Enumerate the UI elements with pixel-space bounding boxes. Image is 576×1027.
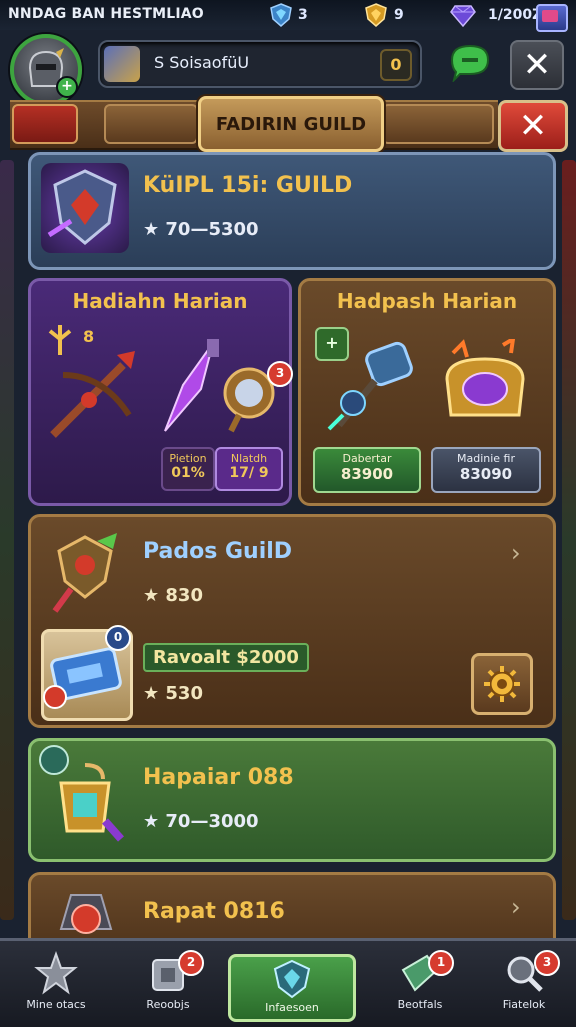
stat-label-1: Pietion [169,452,207,465]
daily-reward-card-left[interactable]: Hadiahn Harian 8 3 Pietion 01% Nlatdh 17… [28,278,293,506]
golden-lantern-icon [59,763,124,842]
green-shield-scepter-icon [52,533,117,613]
tab-guild-active[interactable]: FADIRIN GUILD [198,96,384,152]
guild-banner-price: ★ 70—5300 [143,219,259,240]
nav-item-search[interactable]: Fiatelok 3 [474,950,574,1020]
nav-badge-battles: 1 [428,950,454,976]
star-icon [34,951,78,995]
top-title: NNDAG BAN HESTMLIAO [8,6,204,22]
resource-shield-gem-value: 3 [298,7,308,23]
nav-label-active: Infaesoen [265,1001,319,1014]
search-count-badge: 0 [380,49,412,81]
hapaiar-price: ★ 70—3000 [143,811,259,832]
resource-gold[interactable]: 9 [364,3,404,27]
resource-shield-gem[interactable]: 3 [270,3,308,27]
nav-badge-crates: 2 [178,950,204,976]
chevron-right-icon[interactable]: › [511,539,521,567]
hapaiar-card[interactable]: Hapaiar 088 ★ 70—3000 [28,738,556,862]
daily-right-title: Hadpash Harian [336,289,518,313]
nav-label-search: Fiatelok [502,998,546,1011]
rapat-title: Rapat 0816 [143,899,285,924]
shield-gem-icon [270,3,292,27]
left-side-decor [0,160,14,920]
mirror-badge: 3 [267,361,293,387]
gold-shield-icon [365,3,387,27]
close-icon: ✕ [522,45,552,85]
daily-reward-card-right[interactable]: Hadpash Harian + Dabertar 83900 Madinie … [298,278,556,506]
tab-left[interactable] [104,104,198,144]
tab-guild-label: FADIRIN GUILD [215,113,367,135]
nav-item-crates[interactable]: Reoobjs 2 [118,950,218,1020]
crossbow-icon [50,351,135,438]
blue-hammer-icon [327,341,413,431]
tab-red[interactable] [12,104,78,144]
stat-value-2: 17/ 9 [229,465,269,481]
nav-item-active[interactable]: Infaesoen [228,954,356,1022]
button-1-value: 83900 [340,465,394,483]
pados-title: Pados GuilD [143,539,293,564]
daily-left-title: Hadiahn Harian [72,289,248,313]
resource-purple-gem-value: 1/200Z [488,7,543,23]
stat-value-1: 01% [171,465,205,481]
add-icon[interactable]: + [56,76,78,98]
stat-box-2: Nlatdh 17/ 9 [215,447,283,491]
resource-gold-value: 9 [394,7,404,23]
close-button-panel[interactable]: ✕ [498,100,568,152]
gem-shield-icon [273,959,311,999]
button-2-value: 83090 [459,465,513,483]
shop-icon[interactable] [536,4,568,32]
button-1-label: Dabertar [342,452,392,465]
stat-label-2: Nlatdh [230,452,268,465]
button-2-label: Madinie fir [456,452,515,465]
nav-label-home: Mine otacs [26,998,86,1011]
daily-right-button-1[interactable]: Dabertar 83900 [313,447,421,493]
nav-item-battles[interactable]: Beotfals 1 [370,950,470,1020]
hapaiar-title: Hapaiar 088 [143,765,294,790]
ticket-badge: 0 [105,625,131,651]
stat-box-1: Pietion 01% [161,447,215,491]
settings-button[interactable] [471,653,533,715]
tab-right[interactable] [382,104,494,144]
nav-item-home[interactable]: Mine otacs [6,950,106,1020]
nav-label-battles: Beotfals [397,998,443,1011]
guild-banner-title: KüIPL 15i: GUILD [143,173,353,198]
pados-price-1: ★ 830 [143,585,203,606]
nav-badge-search: 3 [534,950,560,976]
purple-gem-icon [450,5,476,27]
chevron-right-icon[interactable]: › [511,893,521,921]
guild-banner-card[interactable]: KüIPL 15i: GUILD ★ 70—5300 [28,152,556,270]
pados-guild-card[interactable]: Pados GuilD › ★ 830 0 Ravoalt $2000 ★ 53… [28,514,556,728]
resource-purple-gem[interactable]: 1/200Z [450,4,543,27]
pados-tag: Ravoalt $2000 [143,643,309,672]
close-icon: ✕ [518,106,548,146]
pados-price-2: ★ 530 [143,683,203,704]
guild-crest-icon [41,163,129,253]
chat-icon[interactable] [448,42,492,82]
golden-chest-icon [445,339,525,417]
ticket-red-dot-icon [43,685,67,709]
purple-blade-icon [164,339,219,432]
daily-left-small-count: 8 [83,327,95,346]
search-text: S SoisaofüU [154,53,250,72]
search-bar[interactable]: S SoisaofüU 0 [98,40,422,88]
gear-icon [484,666,520,702]
nav-label-crates: Reoobjs [146,998,190,1011]
daily-right-button-2[interactable]: Madinie fir 83090 [431,447,541,493]
guild-emblem-thumb [104,46,140,82]
close-button-top[interactable]: ✕ [510,40,564,90]
right-side-decor [562,160,576,920]
